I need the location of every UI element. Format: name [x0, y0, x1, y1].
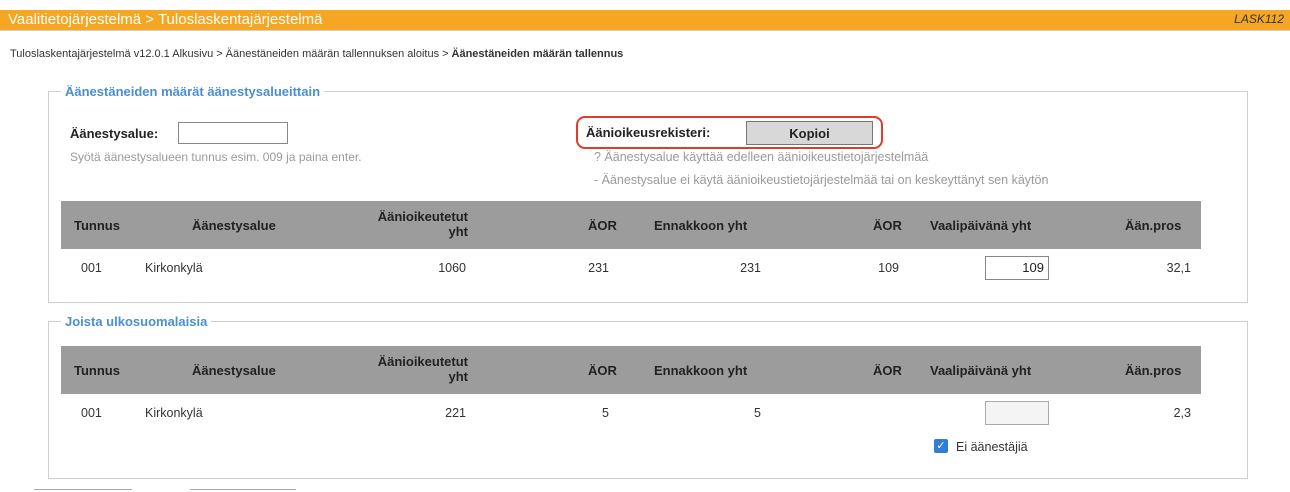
- table-row: 001 Kirkonkylä 221 5 5 2,3: [61, 395, 1201, 459]
- col-aanestysalue: Äänestysalue: [192, 218, 276, 233]
- col-aanpros: Ään.pros: [1125, 218, 1182, 233]
- voter-register-label: Äänioikeusrekisteri:: [586, 125, 711, 140]
- cell-aanpros: 2,3: [1173, 406, 1191, 420]
- col-aanestysalue: Äänestysalue: [192, 363, 276, 378]
- col-aanioikeutetut: Äänioikeutetut yht: [356, 209, 468, 239]
- voting-area-input[interactable]: [178, 122, 288, 144]
- voter-counts-legend: Äänestäneiden määrät äänestysalueittain: [65, 84, 321, 99]
- breadcrumb-separator: >: [216, 48, 223, 60]
- app-header: Vaalitietojärjestelmä > Tuloslaskentajär…: [0, 10, 1290, 30]
- screen-code: LASK112: [1234, 12, 1284, 26]
- cell-ennakkoon: 231: [740, 261, 761, 275]
- col-aor2: ÄOR: [873, 218, 902, 233]
- register-note-not-used: - Äänestysalue ei käytä äänioikeustietoj…: [594, 173, 1049, 187]
- cell-aor: 231: [588, 261, 609, 275]
- col-aanioikeutetut-line1: Äänioikeutetut: [377, 209, 468, 224]
- col-tunnus: Tunnus: [74, 363, 120, 378]
- cell-ennakkoon: 5: [754, 406, 761, 420]
- copy-button[interactable]: Kopioi: [746, 121, 873, 145]
- cell-aor2: 109: [878, 261, 899, 275]
- expatriates-table-header: Tunnus Äänestysalue Äänioikeutetut yht Ä…: [61, 346, 1201, 394]
- voting-area-label: Äänestysalue:: [70, 126, 159, 141]
- election-day-input[interactable]: 109: [985, 256, 1049, 280]
- breadcrumb: Tuloslaskentajärjestelmä v12.0.1 Alkusiv…: [10, 48, 623, 60]
- col-aor: ÄOR: [588, 218, 617, 233]
- table-row: 001 Kirkonkylä 1060 231 231 109 109 32,1: [61, 250, 1201, 288]
- voting-area-hint: Syötä äänestysalueen tunnus esim. 009 ja…: [70, 150, 362, 164]
- register-note-uses: ? Äänestysalue käyttää edelleen äänioike…: [594, 150, 929, 164]
- cell-aanestysalue: Kirkonkylä: [145, 406, 203, 420]
- col-aanioikeutetut: Äänioikeutetut yht: [356, 354, 468, 384]
- app-title: Vaalitietojärjestelmä > Tuloslaskentajär…: [8, 11, 323, 28]
- breadcrumb-current: Äänestäneiden määrän tallennus: [451, 48, 624, 60]
- breadcrumb-start-link[interactable]: Äänestäneiden määrän tallennuksen aloitu…: [226, 48, 439, 60]
- col-vaalipaiva: Vaalipäivänä yht: [930, 218, 1032, 233]
- cell-aanioikeutetut: 221: [445, 406, 466, 420]
- col-ennakkoon: Ennakkoon yht: [654, 218, 748, 233]
- cell-aanestysalue: Kirkonkylä: [145, 261, 203, 275]
- cell-aor: 5: [602, 406, 609, 420]
- col-aor: ÄOR: [588, 363, 617, 378]
- results-table-header: Tunnus Äänestysalue Äänioikeutetut yht Ä…: [61, 201, 1201, 249]
- breadcrumb-home-link[interactable]: Tuloslaskentajärjestelmä v12.0.1 Alkusiv…: [10, 48, 213, 60]
- col-aanioikeutetut-line1: Äänioikeutetut: [377, 354, 468, 369]
- col-ennakkoon: Ennakkoon yht: [654, 363, 748, 378]
- col-aor2: ÄOR: [873, 363, 902, 378]
- cell-tunnus: 001: [81, 406, 102, 420]
- col-vaalipaiva: Vaalipäivänä yht: [930, 363, 1032, 378]
- breadcrumb-separator: >: [442, 48, 449, 60]
- col-aanioikeutetut-line2: yht: [448, 369, 469, 384]
- election-day-input[interactable]: [985, 401, 1049, 425]
- col-aanpros: Ään.pros: [1125, 363, 1182, 378]
- cell-tunnus: 001: [81, 261, 102, 275]
- col-aanioikeutetut-line2: yht: [448, 224, 469, 239]
- header-divider: [0, 30, 1290, 31]
- cell-aanioikeutetut: 1060: [438, 261, 466, 275]
- col-tunnus: Tunnus: [74, 218, 120, 233]
- checkbox-checked-icon[interactable]: ✓: [934, 439, 948, 453]
- cell-aanpros: 32,1: [1166, 261, 1191, 275]
- no-voters-label: Ei äänestäjiä: [956, 440, 1028, 454]
- expatriates-legend: Joista ulkosuomalaisia: [65, 314, 208, 329]
